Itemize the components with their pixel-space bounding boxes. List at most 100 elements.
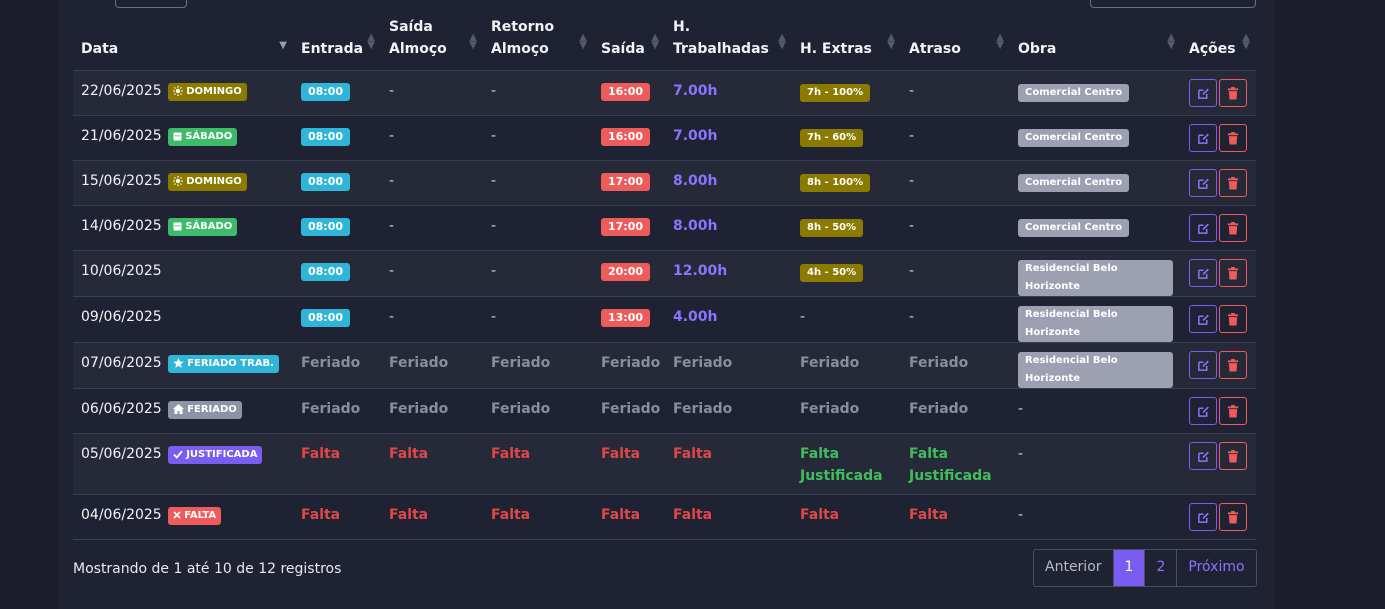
sort-icon[interactable]: ▲ ▼ (1167, 33, 1175, 51)
sort-icon[interactable]: ▲ ▼ (996, 33, 1004, 51)
sort-icon[interactable]: ▲ ▼ (887, 33, 895, 51)
col-header-entrada[interactable]: Entrada ▲ ▼ (293, 16, 381, 71)
sort-icon[interactable]: ▲ ▼ (469, 33, 477, 51)
cell-extras: 7h - 100% (792, 70, 901, 116)
saida-time: 13:00 (601, 309, 651, 327)
edit-button[interactable] (1189, 79, 1217, 107)
edit-button[interactable] (1189, 259, 1217, 287)
edit-button[interactable] (1189, 442, 1217, 470)
status-text: Falta (389, 446, 429, 462)
saida-time: 16:00 (601, 83, 651, 101)
status-text: Feriado (301, 401, 361, 417)
col-header-atraso[interactable]: Atraso ▲ ▼ (901, 16, 1010, 71)
cell-saida: Feriado (593, 388, 665, 434)
cell-atraso: - (901, 115, 1010, 161)
col-header-obra[interactable]: Obra ▲ ▼ (1010, 16, 1181, 71)
edit-button[interactable] (1189, 397, 1217, 425)
cell-date: 05/06/2025 JUSTIFICADA (73, 433, 293, 495)
search-input[interactable] (1090, 0, 1256, 8)
cell-saida-almoco: - (381, 160, 483, 206)
status-text: Falta (301, 507, 341, 523)
edit-button[interactable] (1189, 124, 1217, 152)
cell-date: 10/06/2025 (73, 250, 293, 297)
table-row: 22/06/2025 DOMINGO 08:00 - - 16:00 7.00h 7h - … (73, 70, 1256, 116)
status-text: Feriado (673, 401, 733, 417)
delete-button[interactable] (1219, 503, 1247, 531)
cell-entrada: 08:00 (293, 160, 381, 206)
next-page-button[interactable]: Próximo (1176, 550, 1255, 586)
extra-hours-badge: 7h - 60% (800, 129, 864, 147)
edit-icon (1197, 311, 1210, 327)
edit-button[interactable] (1189, 214, 1217, 242)
status-text: Falta (800, 446, 840, 462)
worked-hours: 8.00h (673, 173, 718, 189)
x-icon (173, 510, 181, 521)
cell-horas: Feriado (665, 342, 792, 389)
cell-obra: Residencial Belo Horizonte (1010, 250, 1181, 297)
cell-saida: Feriado (593, 342, 665, 389)
cell-actions (1181, 494, 1256, 540)
cell-obra: Residencial Belo Horizonte (1010, 342, 1181, 389)
cell-date: 06/06/2025 FERIADO (73, 388, 293, 434)
edit-button[interactable] (1189, 169, 1217, 197)
cell-horas: 8.00h (665, 160, 792, 206)
obra-badge: Comercial Centro (1018, 84, 1130, 102)
trash-icon (1227, 357, 1239, 373)
cell-actions (1181, 342, 1256, 389)
cell-atraso: - (901, 70, 1010, 116)
badge-label: DOMINGO (186, 176, 242, 187)
badge-label: FERIADO TRAB. (187, 358, 274, 369)
delete-button[interactable] (1219, 124, 1247, 152)
date-text: 05/06/2025 (81, 446, 162, 462)
status-text: Feriado (491, 401, 551, 417)
col-header-data[interactable]: Data ▼ (73, 16, 293, 71)
page-1-button[interactable]: 1 (1112, 550, 1145, 586)
col-header-extras[interactable]: H. Extras ▲ ▼ (792, 16, 901, 71)
col-header-saida-almoco[interactable]: Saída Almoço ▲ ▼ (381, 16, 483, 71)
page-2-button[interactable]: 2 (1144, 550, 1176, 586)
cell-horas: Feriado (665, 388, 792, 434)
cell-date: 15/06/2025 DOMINGO (73, 160, 293, 206)
cell-retorno-almoco: Falta (483, 433, 593, 495)
delete-button[interactable] (1219, 169, 1247, 197)
date-text: 21/06/2025 (81, 128, 162, 144)
col-header-horas[interactable]: H. Trabalhadas ▲ ▼ (665, 16, 792, 71)
day-type-badge: FERIADO TRAB. (167, 355, 279, 373)
trash-icon (1227, 220, 1239, 236)
delete-button[interactable] (1219, 305, 1247, 333)
dash-text: - (1018, 401, 1024, 417)
edit-button[interactable] (1189, 305, 1217, 333)
col-header-acoes[interactable]: Ações ▲ ▼ (1181, 16, 1256, 71)
sort-icon[interactable]: ▲ ▼ (1242, 33, 1250, 51)
sort-icon[interactable]: ▲ ▼ (651, 33, 659, 51)
cell-date: 14/06/2025 SÁBADO (73, 205, 293, 251)
sort-icon[interactable]: ▲ ▼ (579, 33, 587, 51)
delete-button[interactable] (1219, 351, 1247, 379)
delete-button[interactable] (1219, 259, 1247, 287)
delete-button[interactable] (1219, 397, 1247, 425)
edit-button[interactable] (1189, 351, 1217, 379)
sort-icon[interactable]: ▲ ▼ (778, 33, 786, 51)
delete-button[interactable] (1219, 442, 1247, 470)
prev-page-button[interactable]: Anterior (1034, 550, 1113, 586)
cell-saida-almoco: - (381, 115, 483, 161)
edit-button[interactable] (1189, 503, 1217, 531)
top-left-control[interactable] (115, 0, 187, 8)
cell-obra: Comercial Centro (1010, 160, 1181, 206)
sort-desc-icon[interactable]: ▼ (279, 41, 287, 51)
col-header-retorno-almoco[interactable]: Retorno Almoço ▲ ▼ (483, 16, 593, 71)
delete-button[interactable] (1219, 214, 1247, 242)
cell-entrada: 08:00 (293, 70, 381, 116)
status-text: Falta (389, 507, 429, 523)
sort-icon[interactable]: ▲ ▼ (367, 33, 375, 51)
delete-button[interactable] (1219, 79, 1247, 107)
entrada-time: 08:00 (301, 83, 351, 101)
table-row: 06/06/2025 FERIADO Feriado Feriado Feriado F… (73, 388, 1256, 434)
cell-horas: 4.00h (665, 296, 792, 343)
col-header-saida[interactable]: Saída ▲ ▼ (593, 16, 665, 71)
table-row: 15/06/2025 DOMINGO 08:00 - - 17:00 8.00h 8h - … (73, 160, 1256, 206)
badge-label: JUSTIFICADA (186, 449, 258, 460)
cell-obra: Comercial Centro (1010, 115, 1181, 161)
edit-icon (1197, 403, 1210, 419)
day-type-badge: JUSTIFICADA (167, 446, 263, 464)
